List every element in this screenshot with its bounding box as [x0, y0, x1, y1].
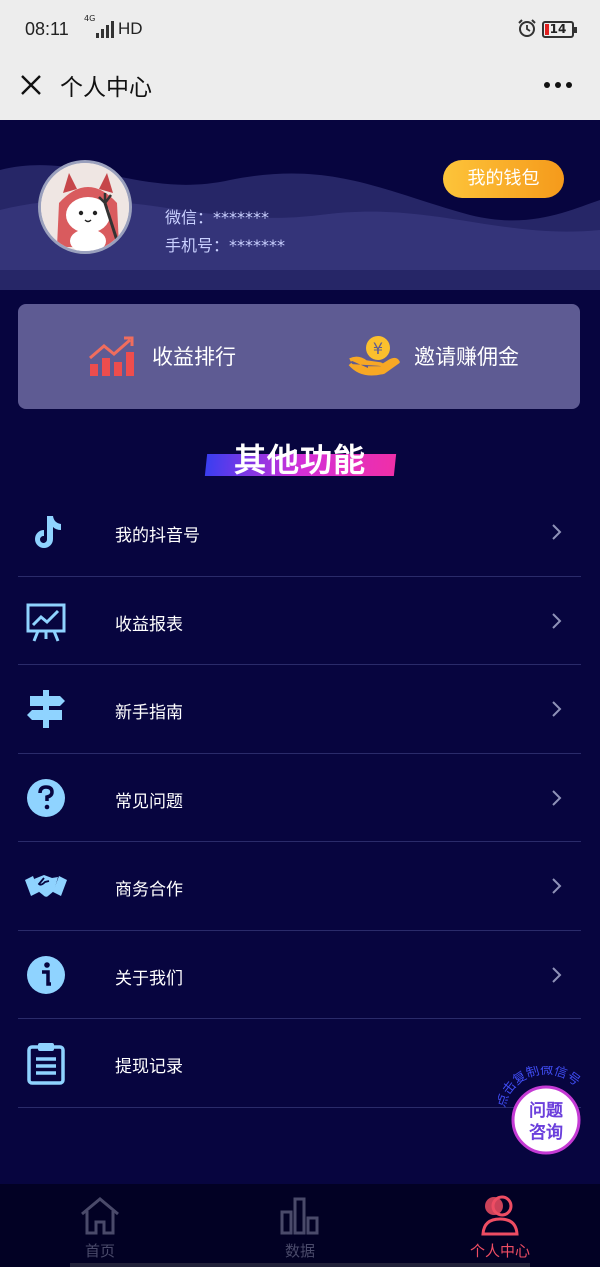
handshake-icon — [25, 875, 67, 897]
menu-list: 我的抖音号 收益报表 新手指南 常见问题 商务合作 关于我们 提现记录 — [18, 488, 581, 1108]
user-phone: 手机号：******* — [165, 236, 286, 255]
menu-item-withdraw-records[interactable]: 提现记录 — [18, 1019, 581, 1108]
nav-label: 首页 — [84, 1242, 115, 1260]
menu-label: 提现记录 — [115, 1057, 183, 1077]
menu-label: 我的抖音号 — [115, 526, 200, 546]
bar-chart-icon — [280, 1197, 319, 1235]
chevron-right-icon — [552, 524, 562, 540]
section-title: 其他功能 — [233, 441, 366, 479]
nav-divider — [390, 1263, 530, 1267]
question-icon — [27, 778, 65, 817]
menu-item-business[interactable]: 商务合作 — [18, 842, 581, 931]
section-title-wrap: 其他功能 — [0, 435, 600, 481]
more-icon[interactable] — [540, 70, 576, 100]
earnings-rank-button[interactable]: 收益排行 — [86, 334, 236, 378]
quick-action-label: 邀请赚佣金 — [414, 345, 519, 369]
alarm-icon — [518, 19, 536, 37]
page-title: 个人中心 — [60, 75, 152, 101]
nav-divider — [210, 1263, 390, 1267]
signal-icon: 4G — [84, 14, 114, 38]
chevron-right-icon — [552, 701, 562, 717]
menu-item-douyin[interactable]: 我的抖音号 — [18, 488, 581, 577]
menu-label: 商务合作 — [115, 880, 183, 900]
user-wechat: 微信：******* — [165, 208, 270, 227]
bottom-nav: 首页 数据 个人中心 — [0, 1184, 600, 1267]
tiktok-icon — [35, 516, 61, 548]
main-content: 微信：******* 手机号：******* 我的钱包 收益排行 ¥ 邀请赚佣金 — [0, 120, 600, 1184]
chevron-right-icon — [552, 789, 562, 806]
signpost-icon — [27, 690, 65, 728]
svg-text:¥: ¥ — [373, 339, 383, 358]
rising-chart-icon — [89, 336, 134, 376]
nav-item-data[interactable]: 数据 — [240, 1194, 360, 1261]
close-icon[interactable] — [16, 70, 46, 100]
nav-label: 个人中心 — [469, 1242, 530, 1260]
help-line2: 咨询 — [529, 1122, 563, 1143]
chevron-right-icon — [552, 612, 562, 629]
info-icon — [27, 955, 65, 994]
quick-actions-card: 收益排行 ¥ 邀请赚佣金 — [18, 304, 580, 409]
menu-item-guide[interactable]: 新手指南 — [18, 665, 581, 754]
nav-item-profile[interactable]: 个人中心 — [440, 1194, 560, 1261]
menu-item-about[interactable]: 关于我们 — [18, 931, 581, 1019]
clipboard-icon — [27, 1043, 65, 1085]
wallet-button[interactable]: 我的钱包 — [443, 160, 564, 198]
quick-action-label: 收益排行 — [152, 345, 236, 369]
status-bar: 08:11 4G HD 14 — [0, 0, 600, 60]
yuan-hand-icon: ¥ — [348, 336, 400, 376]
help-consult-button[interactable]: 点击复制微信号 问题 咨询 — [498, 1066, 594, 1162]
battery-icon: 14 — [542, 21, 577, 38]
avatar[interactable] — [38, 160, 132, 254]
status-time: 08:11 — [25, 19, 69, 39]
report-icon — [26, 603, 66, 642]
menu-label: 收益报表 — [115, 614, 183, 635]
title-bar: 个人中心 — [0, 60, 600, 120]
chevron-right-icon — [552, 878, 562, 894]
user-icon — [481, 1195, 519, 1236]
nav-divider — [70, 1263, 210, 1267]
battery-level: 14 — [549, 22, 567, 36]
menu-label: 常见问题 — [115, 791, 183, 812]
menu-label: 关于我们 — [115, 968, 183, 989]
nav-label: 数据 — [284, 1242, 315, 1260]
help-line1: 问题 — [529, 1100, 564, 1121]
network-type: 4G — [84, 14, 96, 23]
menu-item-faq[interactable]: 常见问题 — [18, 754, 581, 842]
chevron-right-icon — [552, 966, 562, 983]
home-icon — [81, 1197, 119, 1235]
menu-label: 新手指南 — [115, 703, 183, 723]
invite-commission-button[interactable]: ¥ 邀请赚佣金 — [348, 334, 519, 378]
status-hd: HD — [118, 19, 143, 38]
menu-item-report[interactable]: 收益报表 — [18, 577, 581, 665]
nav-item-home[interactable]: 首页 — [40, 1194, 160, 1261]
